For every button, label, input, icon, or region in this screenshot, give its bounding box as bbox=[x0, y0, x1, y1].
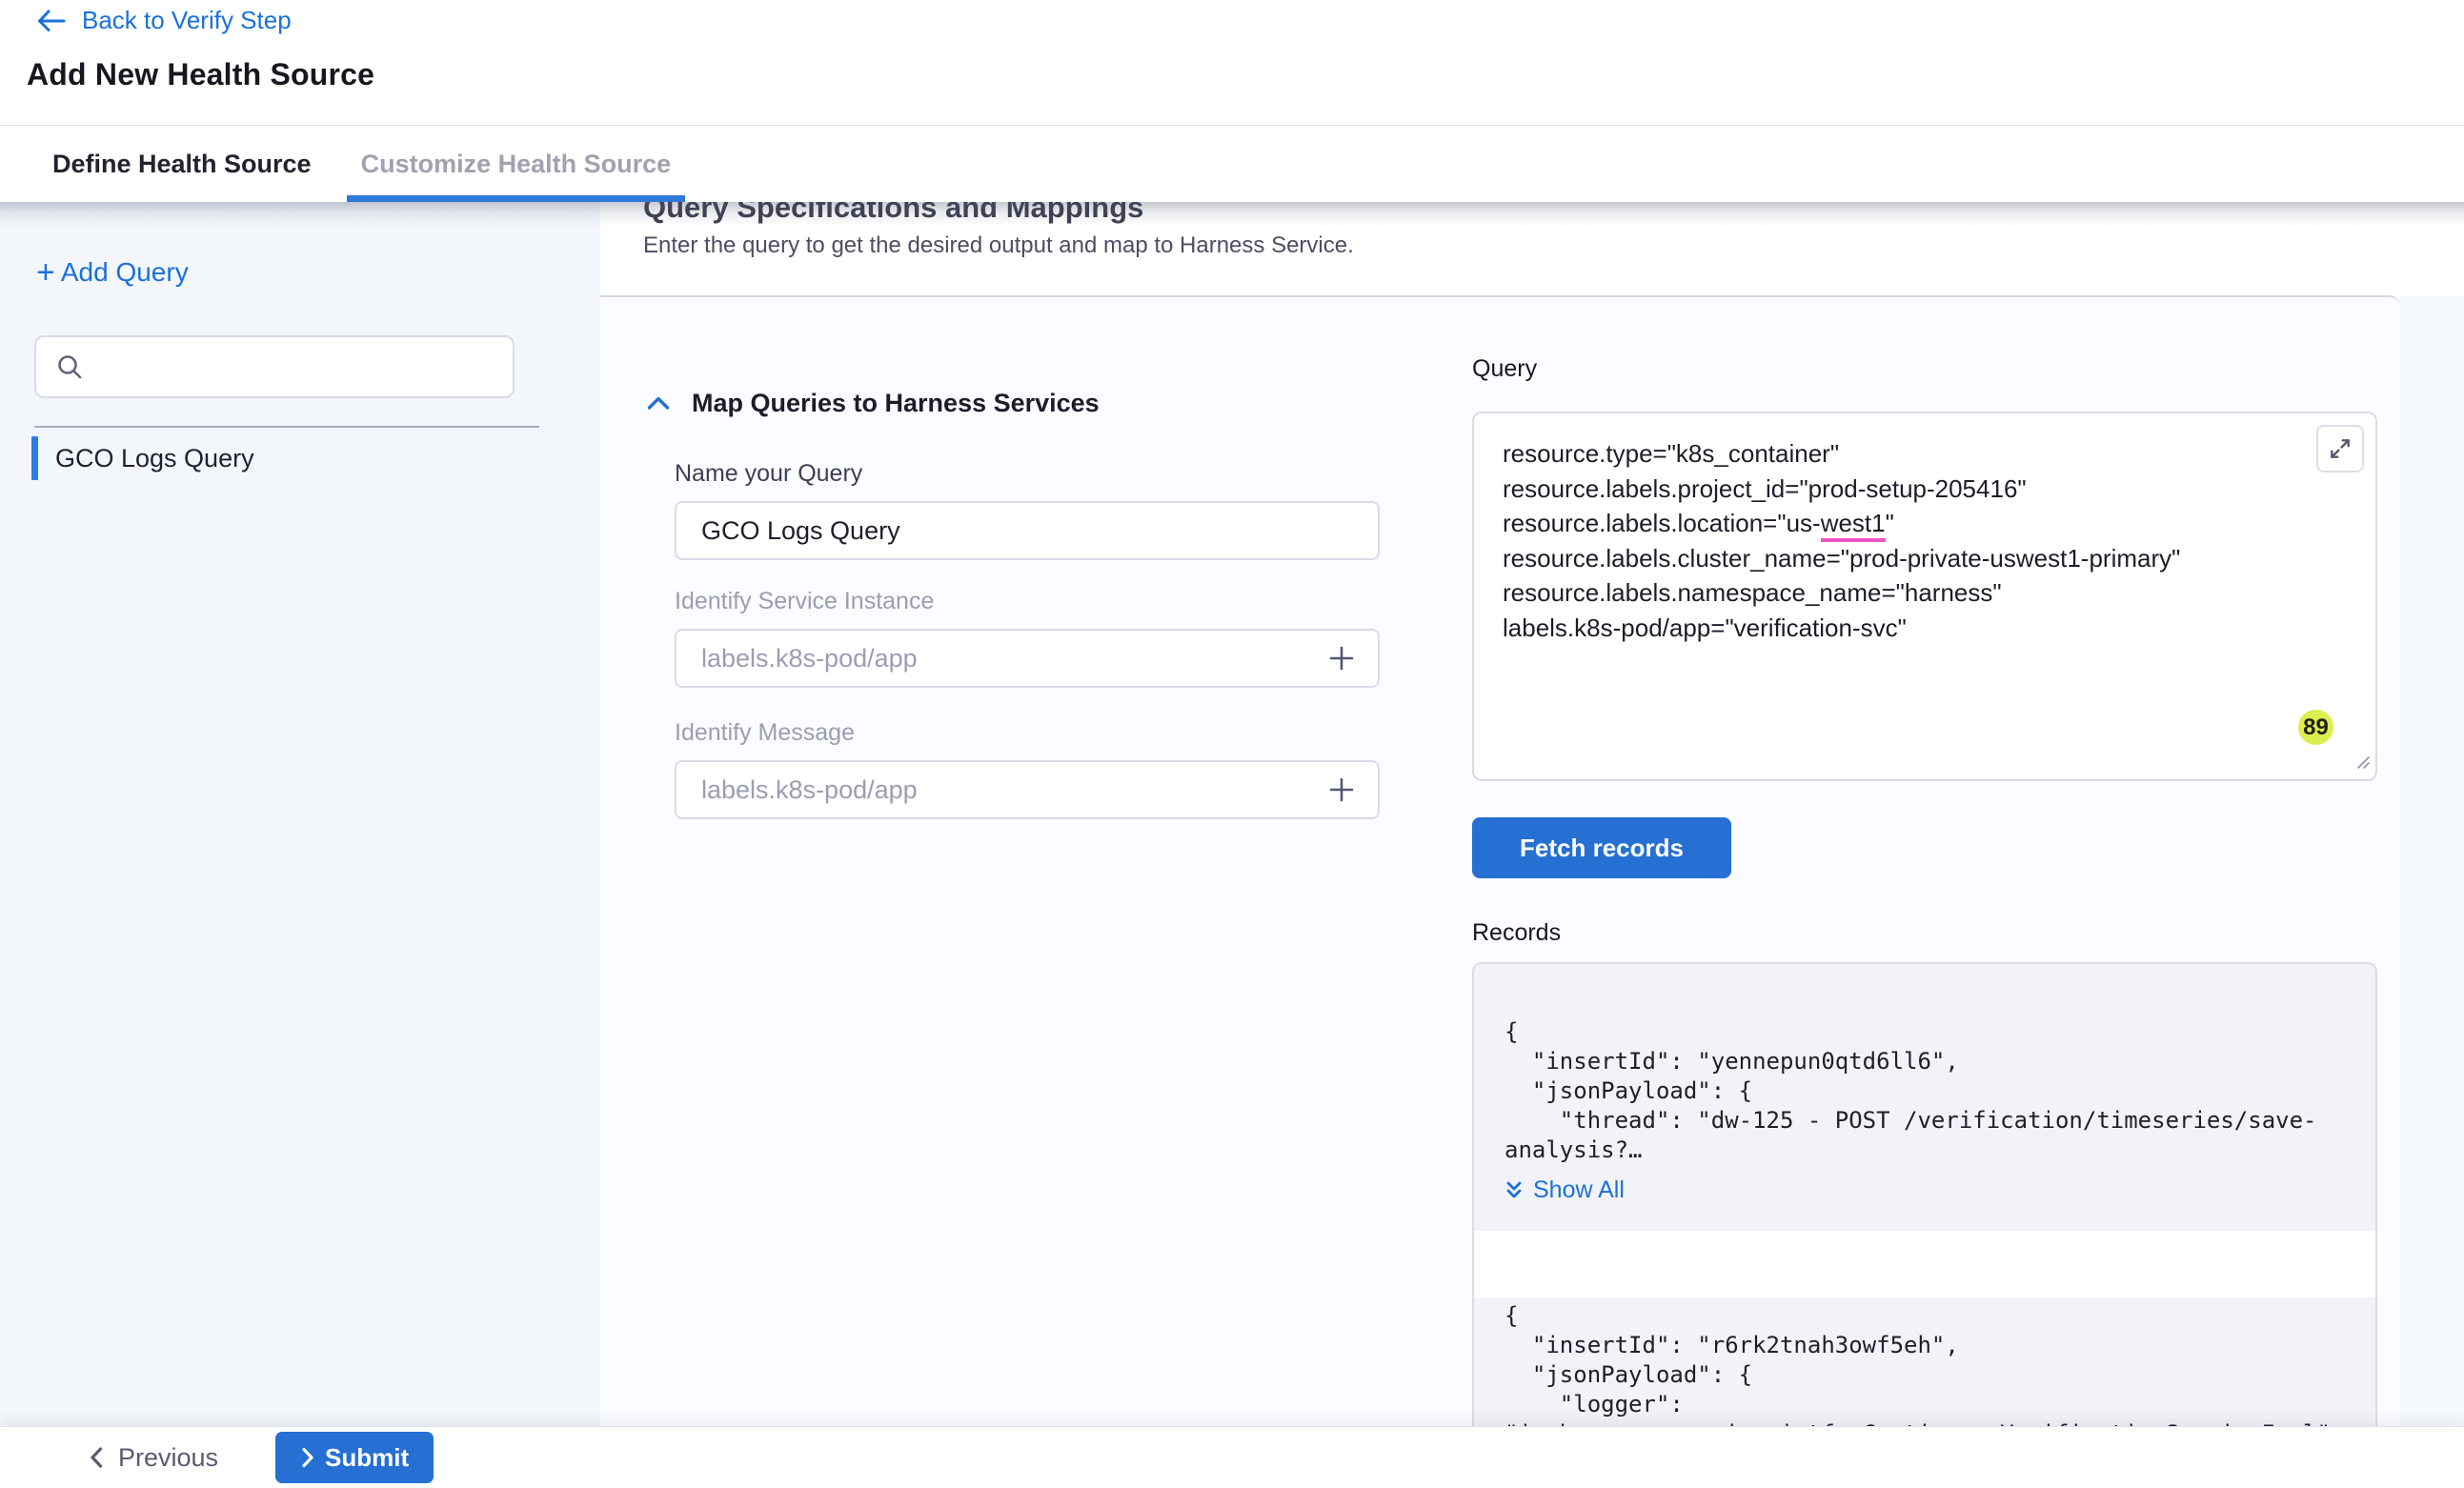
previous-button[interactable]: Previous bbox=[88, 1443, 218, 1473]
identify-message-field-wrap bbox=[675, 760, 1380, 819]
arrow-left-icon bbox=[34, 7, 67, 35]
chevron-left-icon bbox=[88, 1445, 105, 1470]
main-panel: Query Specifications and Mappings Enter … bbox=[600, 202, 2464, 1426]
query-search-box bbox=[34, 335, 515, 398]
map-queries-header: Map Queries to Harness Services bbox=[646, 381, 1437, 425]
query-name-field-wrap bbox=[675, 501, 1380, 560]
back-to-verify-step-link[interactable]: Back to Verify Step bbox=[34, 6, 292, 35]
plus-icon: + bbox=[36, 259, 55, 286]
selected-indicator-bar bbox=[31, 436, 38, 480]
record-json: { "insertId": "yennepun0qtd6ll6", "jsonP… bbox=[1505, 1017, 2345, 1165]
add-query-button[interactable]: + Add Query bbox=[36, 257, 189, 288]
submit-button[interactable]: Submit bbox=[275, 1432, 434, 1483]
service-instance-add-button[interactable] bbox=[1323, 639, 1361, 677]
health-source-tab-bar: Define Health Source Customize Health So… bbox=[0, 127, 2464, 202]
tab-define-health-source[interactable]: Define Health Source bbox=[38, 127, 326, 202]
submit-label: Submit bbox=[325, 1443, 409, 1473]
double-chevron-down-icon bbox=[1505, 1179, 1524, 1202]
identify-message-add-button[interactable] bbox=[1323, 771, 1361, 809]
query-name-input[interactable] bbox=[701, 516, 1361, 546]
section-subtitle: Enter the query to get the desired outpu… bbox=[643, 231, 2464, 261]
char-count-badge: 89 bbox=[2298, 710, 2333, 745]
resize-grip[interactable] bbox=[2355, 754, 2371, 774]
collapse-chevron-up-icon[interactable] bbox=[646, 394, 671, 412]
records-panel: { "insertId": "yennepun0qtd6ll6", "jsonP… bbox=[1472, 962, 2377, 1431]
identify-service-instance-label: Identify Service Instance bbox=[675, 587, 1380, 615]
query-search-input[interactable] bbox=[97, 352, 497, 382]
section-header: Query Specifications and Mappings Enter … bbox=[600, 202, 2464, 295]
section-body: Map Queries to Harness Services Name you… bbox=[600, 295, 2400, 1426]
query-list-item-gco-logs[interactable]: GCO Logs Query bbox=[31, 436, 254, 480]
record-json: { "insertId": "r6rk2tnah3owf5eh", "jsonP… bbox=[1505, 1301, 2345, 1431]
identify-message-input[interactable] bbox=[701, 775, 1323, 805]
add-query-label: Add Query bbox=[61, 257, 189, 288]
fetch-records-button[interactable]: Fetch records bbox=[1472, 817, 1731, 878]
query-editor[interactable]: resource.type="k8s_container"resource.la… bbox=[1472, 412, 2377, 781]
back-link-label: Back to Verify Step bbox=[82, 6, 292, 35]
identify-message-label: Identify Message bbox=[675, 718, 1380, 747]
record-card: { "insertId": "r6rk2tnah3owf5eh", "jsonP… bbox=[1474, 1297, 2375, 1431]
wizard-footer: Previous Submit bbox=[0, 1426, 2464, 1488]
name-your-query-label: Name your Query bbox=[675, 459, 1380, 488]
service-instance-field-wrap bbox=[675, 629, 1380, 688]
expand-fullscreen-button[interactable] bbox=[2316, 425, 2364, 473]
show-all-label: Show All bbox=[1533, 1176, 1625, 1204]
show-all-link[interactable]: Show All bbox=[1505, 1176, 2345, 1204]
query-label: Query bbox=[1472, 354, 2377, 383]
content-area: + Add Query GCO Logs Query Query Specifi… bbox=[0, 202, 2464, 1426]
service-instance-input[interactable] bbox=[701, 644, 1323, 674]
page-title: Add New Health Source bbox=[27, 57, 374, 92]
add-health-source-page: Back to Verify Step Add New Health Sourc… bbox=[0, 0, 2464, 1488]
chevron-right-icon bbox=[300, 1446, 315, 1469]
tab-customize-health-source[interactable]: Customize Health Source bbox=[347, 127, 686, 202]
query-item-label: GCO Logs Query bbox=[55, 444, 254, 473]
map-queries-title: Map Queries to Harness Services bbox=[692, 389, 1100, 418]
sidebar-divider bbox=[34, 426, 539, 428]
map-queries-section: Map Queries to Harness Services Name you… bbox=[646, 381, 1437, 819]
records-label: Records bbox=[1472, 918, 2377, 947]
page-header: Back to Verify Step Add New Health Sourc… bbox=[0, 0, 2464, 126]
right-gutter bbox=[2400, 295, 2464, 1426]
section-title: Query Specifications and Mappings bbox=[643, 202, 2464, 229]
search-icon bbox=[55, 352, 84, 381]
record-card: { "insertId": "yennepun0qtd6ll6", "jsonP… bbox=[1474, 964, 2375, 1231]
query-records-column: Query resource.type="k8s_container"resou… bbox=[1472, 354, 2377, 1431]
query-sidebar: + Add Query GCO Logs Query bbox=[0, 202, 600, 1426]
previous-label: Previous bbox=[118, 1443, 218, 1473]
query-text: resource.type="k8s_container"resource.la… bbox=[1503, 436, 2347, 645]
query-form: Name your Query Identify Service Instanc… bbox=[675, 459, 1380, 819]
